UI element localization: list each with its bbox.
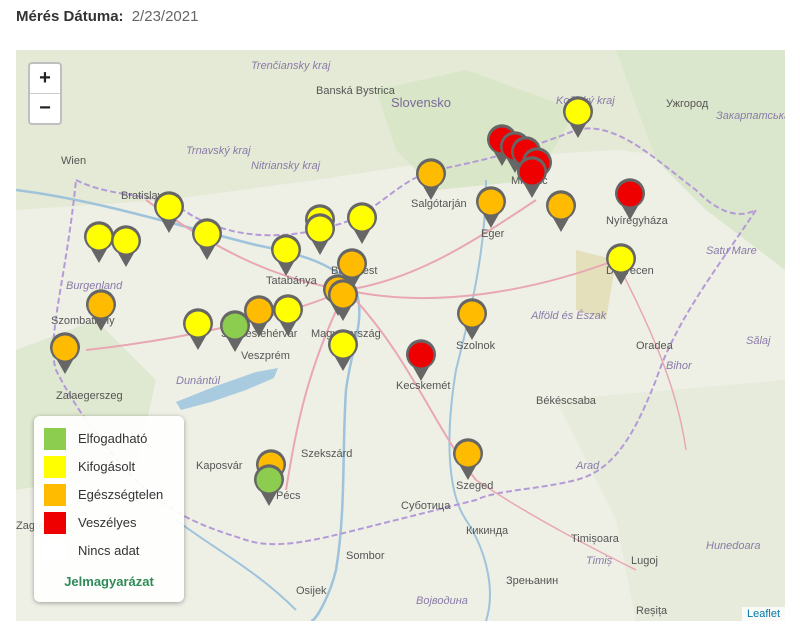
map-label: Szekszárd	[301, 448, 353, 460]
map-label: Osijek	[296, 585, 327, 597]
station-marker[interactable]	[303, 212, 337, 256]
station-marker[interactable]	[451, 437, 485, 481]
map-label: Hunedoara	[706, 540, 761, 552]
station-marker[interactable]	[326, 278, 360, 322]
legend-swatch	[44, 456, 66, 478]
station-marker[interactable]	[190, 217, 224, 261]
map-label: Szolnok	[456, 340, 496, 352]
map-label: Timiș	[586, 555, 613, 567]
station-marker[interactable]	[252, 463, 286, 507]
map-label: Slovensko	[391, 95, 451, 110]
map-label: Reșița	[636, 605, 668, 617]
map-label: Alföld és Észak	[531, 310, 607, 322]
station-marker[interactable]	[455, 297, 489, 341]
map-label: Zalaegerszeg	[56, 390, 123, 402]
legend-swatch	[44, 428, 66, 450]
map-label: Oradea	[636, 340, 673, 352]
map-label: Кикинда	[466, 525, 509, 537]
station-marker[interactable]	[271, 293, 305, 337]
map-label: Timișoara	[571, 533, 619, 545]
station-marker[interactable]	[544, 189, 578, 233]
zoom-control: + −	[28, 62, 62, 125]
map-label: Војводина	[416, 595, 468, 607]
station-marker[interactable]	[269, 233, 303, 277]
legend-label: Elfogadható	[78, 431, 148, 446]
station-marker[interactable]	[561, 95, 595, 139]
date-label: Mérés Dátuma:	[16, 8, 124, 25]
legend-swatch	[44, 540, 66, 562]
station-marker[interactable]	[181, 307, 215, 351]
station-marker[interactable]	[218, 309, 252, 353]
map-label: Зрењанин	[506, 575, 559, 587]
station-marker[interactable]	[84, 288, 118, 332]
map-container[interactable]: + − Trenčiansky kraj Banská Bystrica Slove…	[16, 50, 785, 621]
legend-label: Veszélyes	[78, 515, 137, 530]
station-marker[interactable]	[345, 201, 379, 245]
map-label: Dunántúl	[176, 375, 221, 387]
station-marker[interactable]	[604, 242, 638, 286]
map-label: Eger	[481, 228, 505, 240]
map-label: Sombor	[346, 550, 385, 562]
map-label: Satu Mare	[706, 245, 757, 257]
legend-label: Egészségtelen	[78, 487, 164, 502]
station-marker[interactable]	[474, 185, 508, 229]
legend-label: Kifogásolt	[78, 459, 136, 474]
map-label: Kaposvár	[196, 460, 243, 472]
map-label: Békéscsaba	[536, 395, 596, 407]
station-marker[interactable]	[414, 157, 448, 201]
map-label: Trenčiansky kraj	[251, 60, 331, 72]
legend: Elfogadható Kifogásolt Egészségtelen Ves…	[34, 416, 184, 602]
map-label: Trnavský kraj	[186, 145, 251, 157]
station-marker[interactable]	[152, 190, 186, 234]
map-label: Arad	[576, 460, 600, 472]
map-label: Ужгород	[666, 98, 709, 110]
map-label: Суботица	[401, 500, 451, 512]
map-label: Szeged	[456, 480, 494, 492]
legend-swatch	[44, 512, 66, 534]
map-label: Bihor	[666, 360, 692, 372]
date-value: 2/23/2021	[131, 8, 199, 25]
legend-label: Nincs adat	[78, 543, 140, 558]
station-marker[interactable]	[613, 177, 647, 221]
map-label: Sălaj	[746, 335, 771, 347]
station-marker[interactable]	[404, 338, 438, 382]
map-label: Lugoj	[631, 555, 658, 567]
station-marker[interactable]	[48, 331, 82, 375]
legend-title: Jelmagyarázat	[64, 574, 154, 589]
legend-swatch	[44, 484, 66, 506]
station-marker[interactable]	[109, 224, 143, 268]
map-label: Nitriansky kraj	[251, 160, 321, 172]
map-label: Banská Bystrica	[316, 85, 395, 97]
measurement-date-header: Mérés Dátuma: 2/23/2021	[16, 8, 198, 25]
leaflet-attribution-link[interactable]: Leaflet	[741, 607, 785, 621]
zoom-out-button[interactable]: −	[30, 93, 60, 123]
map-label: Wien	[61, 155, 87, 167]
map-label: Закарпатська область	[716, 110, 785, 122]
zoom-in-button[interactable]: +	[30, 64, 60, 93]
station-marker[interactable]	[326, 328, 360, 372]
